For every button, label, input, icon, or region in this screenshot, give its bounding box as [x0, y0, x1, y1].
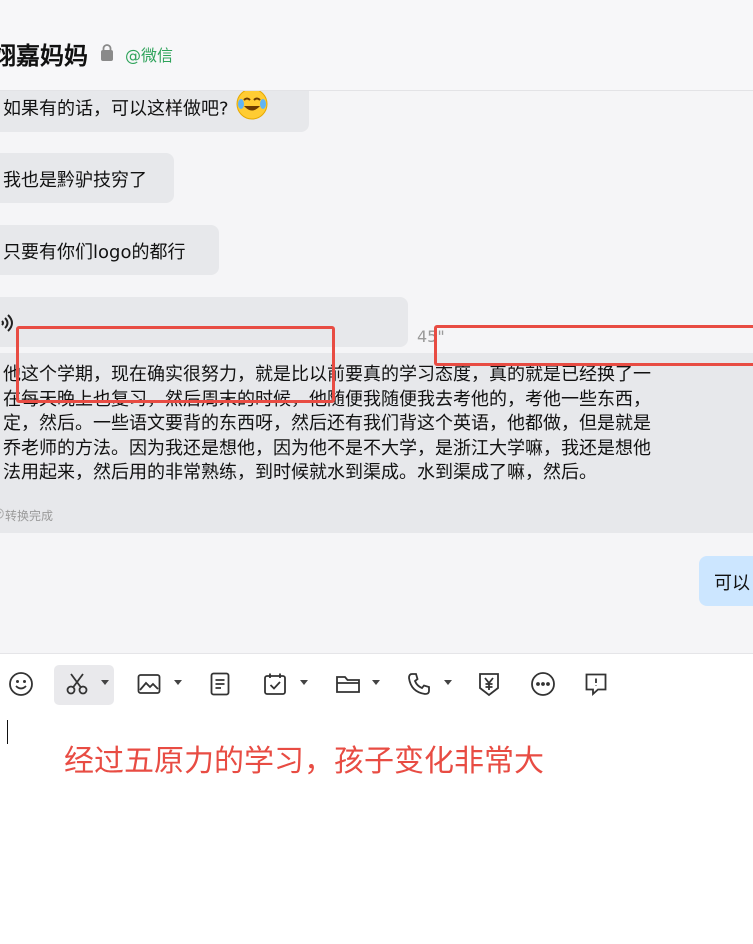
transcript-line: 他这个学期，现在确实很努力，就是比以前要真的学习态度，真的就是已经换了一 [3, 364, 651, 385]
message-text: 如果有的话，可以这样做吧? [3, 98, 229, 120]
transcript-line: 在每天晚上也复习，然后周末的时候，他随便我随便我去考他的，考他一些东西， [3, 388, 651, 410]
document-icon[interactable] [203, 667, 237, 701]
conversion-status: 转换完成 [0, 507, 54, 524]
check-circle-icon [0, 508, 4, 522]
message-text: 可以 [714, 573, 750, 594]
phone-icon[interactable] [402, 667, 436, 701]
image-icon[interactable] [132, 667, 166, 701]
message-bubble[interactable]: 如果有的话，可以这样做吧? [0, 91, 309, 132]
transcript-line: 乔老师的方法。因为我还是想他，因为他不是不大学，是浙江大学嘛，我还是想他 [3, 437, 651, 459]
conversion-status-text: 转换完成 [5, 509, 54, 523]
voice-transcript: 他这个学期，现在确实很努力，就是比以前要真的学习态度，真的就是已经换了一 在每天… [0, 353, 753, 533]
more-icon[interactable] [526, 667, 560, 701]
voice-wave-icon [0, 313, 14, 338]
yuan-shield-icon[interactable] [472, 667, 506, 701]
message-list[interactable]: 如果有的话，可以这样做吧? 我也是黔驴技穷了 只要有你们logo的都行 45" [0, 91, 753, 653]
chat-history-icon[interactable] [579, 667, 613, 701]
text-cursor [7, 720, 8, 744]
emoji-icon[interactable] [4, 667, 38, 701]
annotation-caption: 经过五原力的学习，孩子变化非常大 [64, 744, 544, 779]
chat-header: 翊嘉妈妈 @微信 [0, 0, 753, 91]
laughing-crying-emoji-icon [235, 91, 269, 126]
scissors-icon[interactable] [60, 667, 94, 701]
voice-message-bubble[interactable] [0, 297, 408, 347]
wechat-source-tag: @微信 [125, 46, 174, 65]
voice-duration: 45" [417, 327, 445, 346]
message-text: 只要有你们logo的都行 [3, 242, 186, 263]
chevron-down-icon[interactable] [300, 680, 308, 685]
chevron-down-icon[interactable] [101, 680, 109, 685]
transcript-line: 定，然后。一些语文要背的东西呀，然后还有我们背这个英语，他都做，但是就是 [3, 413, 651, 434]
chevron-down-icon[interactable] [444, 680, 452, 685]
message-input[interactable]: 经过五原力的学习，孩子变化非常大 [0, 712, 753, 944]
chevron-down-icon[interactable] [174, 680, 182, 685]
lock-icon [100, 44, 114, 66]
message-bubble[interactable]: 我也是黔驴技穷了 [0, 153, 174, 203]
chevron-down-icon[interactable] [372, 680, 380, 685]
contact-name[interactable]: 翊嘉妈妈 [0, 36, 88, 71]
message-bubble[interactable]: 只要有你们logo的都行 [0, 225, 219, 275]
divider [0, 653, 753, 654]
outgoing-message-bubble[interactable]: 可以 [699, 556, 753, 606]
transcript-line: 法用起来，然后用的非常熟练，到时候就水到渠成。水到渠成了嘛，然后。 [3, 462, 597, 483]
folder-icon[interactable] [331, 667, 365, 701]
message-text: 我也是黔驴技穷了 [3, 170, 147, 191]
calendar-check-icon[interactable] [258, 667, 292, 701]
input-toolbar [0, 662, 753, 712]
